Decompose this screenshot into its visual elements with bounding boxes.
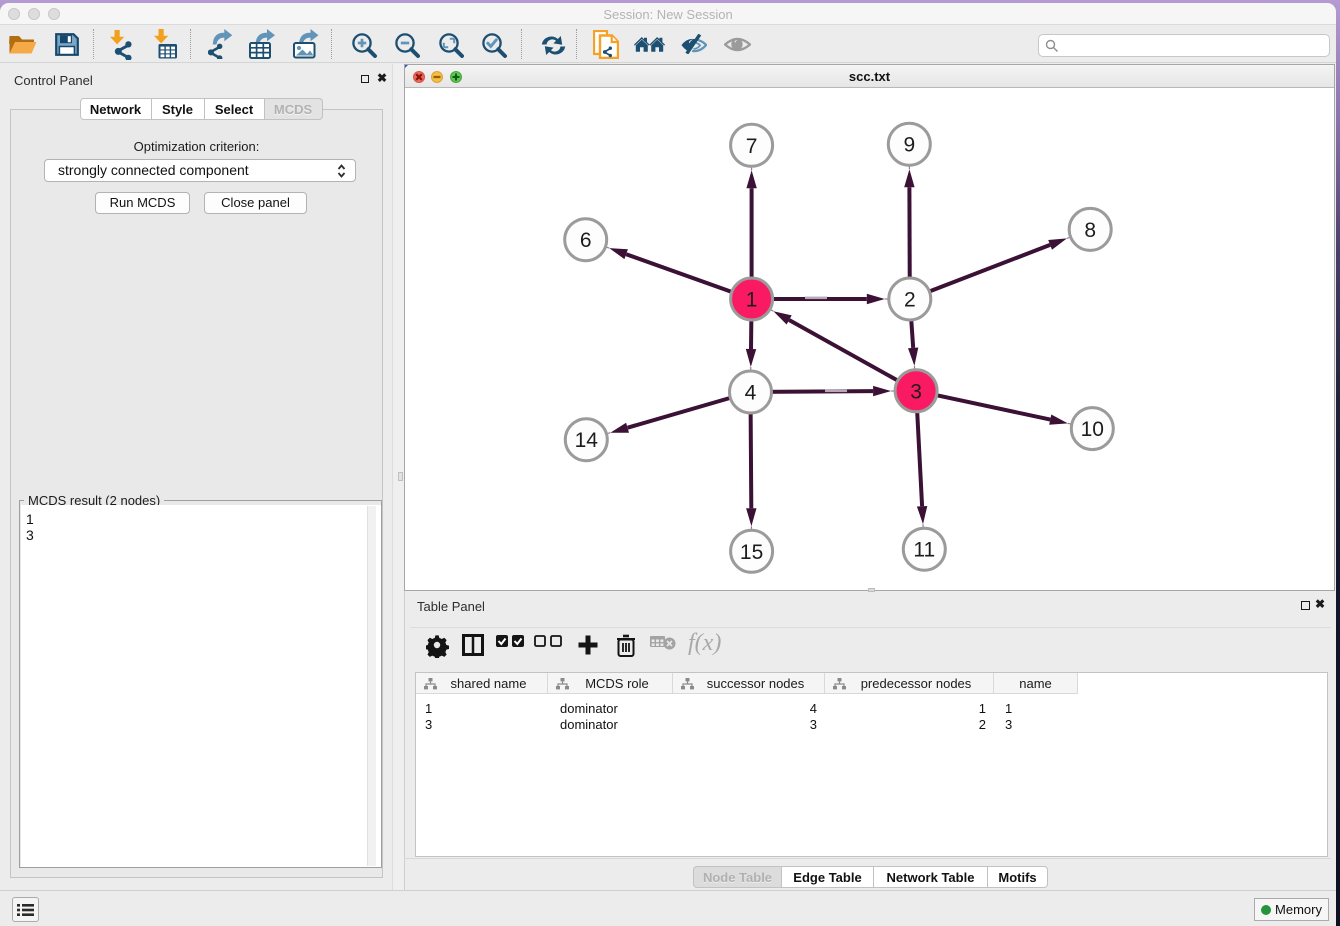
- svg-text:1: 1: [746, 289, 758, 312]
- svg-text:2: 2: [904, 289, 916, 312]
- svg-text:15: 15: [740, 541, 763, 564]
- svg-text:9: 9: [903, 134, 915, 157]
- svg-text:3: 3: [910, 380, 922, 403]
- svg-text:14: 14: [575, 429, 599, 452]
- svg-text:7: 7: [746, 135, 758, 158]
- svg-text:8: 8: [1084, 219, 1096, 242]
- svg-text:4: 4: [745, 382, 757, 405]
- svg-text:11: 11: [913, 539, 935, 562]
- svg-text:6: 6: [580, 229, 592, 252]
- svg-text:10: 10: [1081, 418, 1104, 441]
